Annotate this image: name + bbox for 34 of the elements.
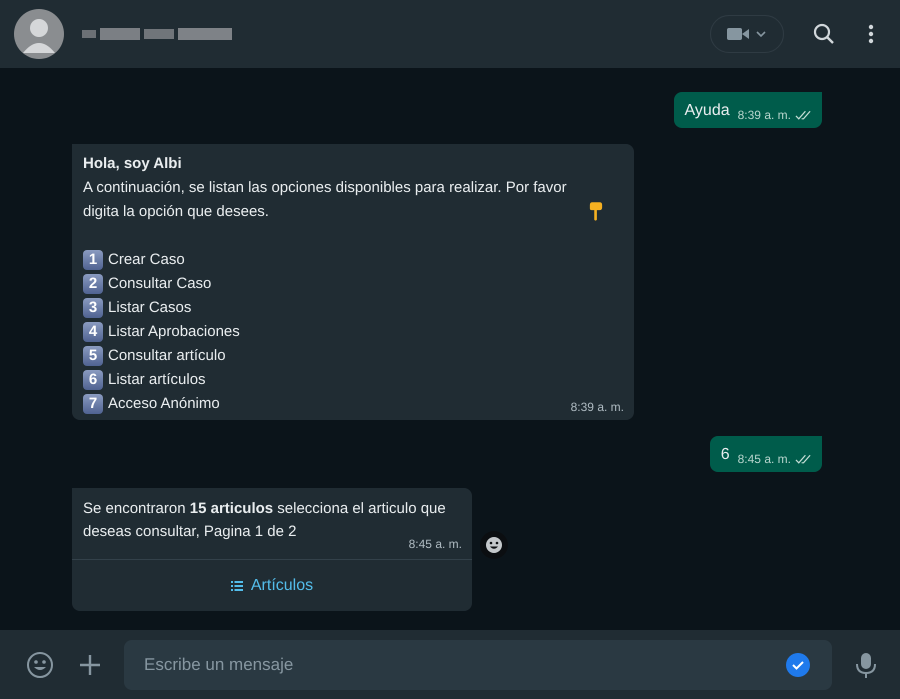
- emoji-reaction-icon[interactable]: [480, 531, 508, 559]
- message-text: 6: [720, 445, 730, 465]
- message-time: 8:39 a. m.: [570, 400, 624, 414]
- check-icon: [786, 652, 810, 676]
- keycap-number: 7: [83, 394, 103, 414]
- keycap-number: 5: [83, 346, 103, 366]
- message-time: 8:45 a. m.: [408, 537, 462, 551]
- option-text: Acceso Anónimo: [108, 394, 220, 414]
- option-text: Listar Aprobaciones: [108, 322, 240, 342]
- emoji-icon[interactable]: [26, 650, 54, 678]
- option-text: Consultar Caso: [108, 274, 212, 294]
- video-call-button[interactable]: [710, 15, 784, 53]
- message-title: Hola, soy Albi: [83, 154, 183, 174]
- message-time: 8:39 a. m.: [738, 108, 791, 122]
- message-time: 8:45 a. m.: [738, 452, 791, 466]
- message-input[interactable]: Escribe un mensaje: [124, 640, 832, 690]
- option-text: Listar Casos: [108, 298, 192, 318]
- search-icon[interactable]: [812, 22, 836, 46]
- message-text: A continuación, se listan las opciones disponibles para realizar. Por favor digita la opción que desees.: [83, 178, 568, 222]
- list-button[interactable]: Artículos: [72, 559, 472, 611]
- message-text: Se encontraron 15 articulos selecciona el articulo que deseas consultar, Pagina 1 de 2: [83, 500, 446, 540]
- list-icon: [230, 580, 243, 590]
- keycap-number: 4: [83, 322, 103, 342]
- avatar[interactable]: [14, 9, 64, 59]
- keycap-number: 3: [83, 298, 103, 318]
- option-text: Crear Caso: [108, 250, 185, 270]
- keycap-number: 2: [83, 274, 103, 294]
- option-text: Consultar artículo: [108, 346, 226, 366]
- keycap-number: 6: [83, 370, 103, 390]
- message-text: Ayuda: [684, 101, 730, 121]
- keycap-number: 1: [83, 250, 103, 270]
- menu-icon[interactable]: [868, 22, 874, 46]
- option-text: Listar artículos: [108, 370, 206, 390]
- microphone-icon[interactable]: [854, 650, 878, 678]
